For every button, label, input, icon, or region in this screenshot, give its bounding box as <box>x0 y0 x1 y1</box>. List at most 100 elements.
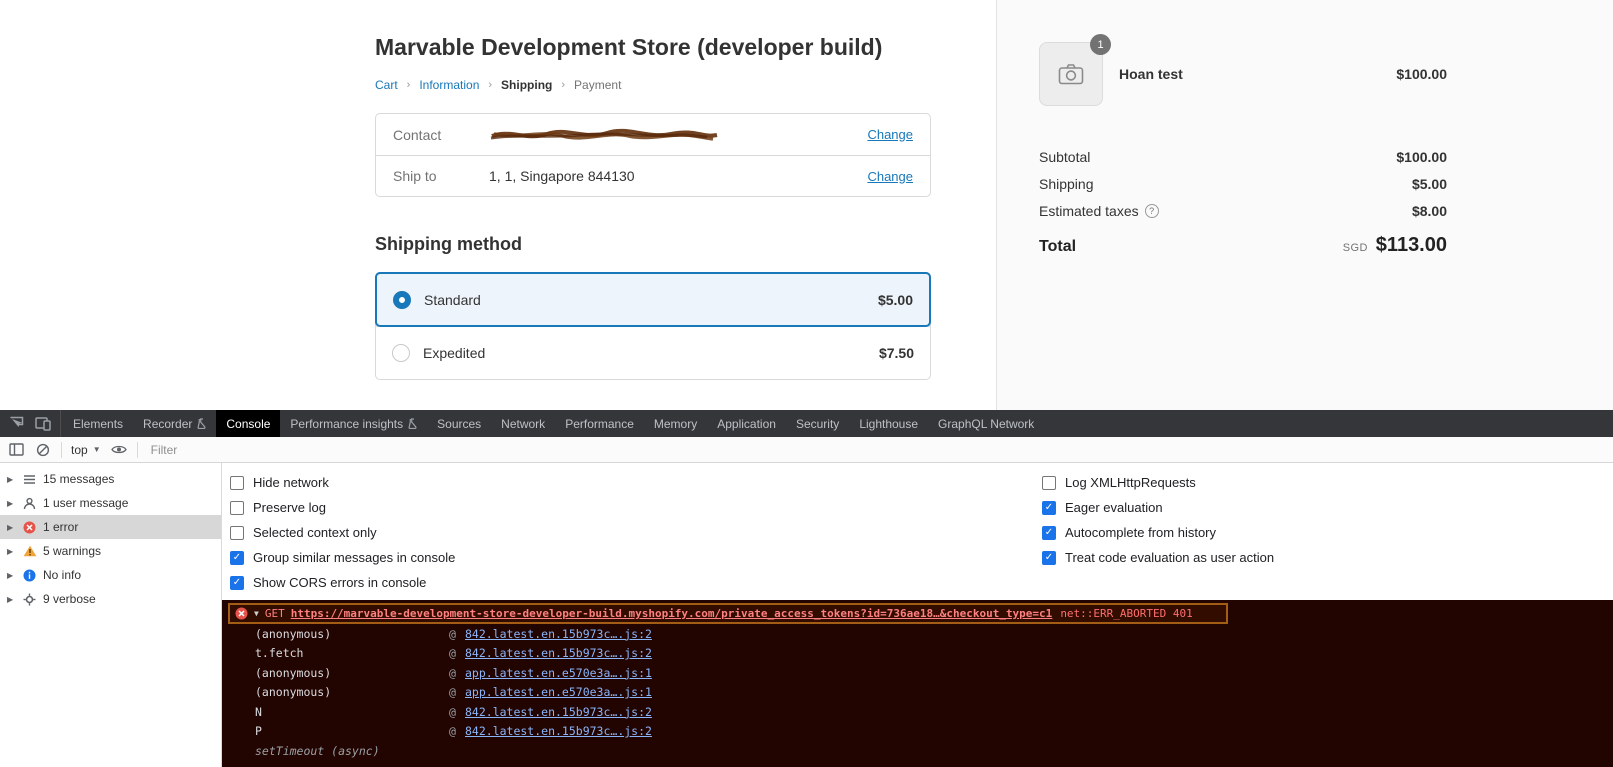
disclosure-triangle-icon[interactable]: ▶ <box>7 523 16 532</box>
stack-frame: (anonymous) @ app.latest.en.e570e3a….js:… <box>255 685 652 700</box>
checkbox-box[interactable] <box>1042 475 1056 490</box>
stack-source-link[interactable]: 842.latest.en.15b973c….js:2 <box>465 627 652 641</box>
devtools-tab-bar: Elements Recorder Console Performance in… <box>0 410 1613 437</box>
checkbox-box[interactable] <box>1042 550 1056 565</box>
tab-recorder[interactable]: Recorder <box>133 410 216 437</box>
quantity-badge: 1 <box>1090 34 1111 55</box>
tab-console[interactable]: Console <box>216 410 281 437</box>
tab-performance-insights[interactable]: Performance insights <box>280 410 427 437</box>
stack-source-link[interactable]: app.latest.en.e570e3a….js:1 <box>465 666 652 680</box>
tab-graphql-network[interactable]: GraphQL Network <box>928 410 1044 437</box>
checkbox-box[interactable] <box>230 525 244 540</box>
info-icon <box>22 568 37 583</box>
request-url-link[interactable]: https://marvable-development-store-devel… <box>291 607 1053 620</box>
console-toolbar: top ▼ <box>0 437 1613 463</box>
ship-to-row: Ship to 1, 1, Singapore 844130 Change <box>376 155 930 196</box>
sidebar-item-all-messages[interactable]: ▶ 15 messages <box>0 467 221 491</box>
error-icon <box>235 607 248 620</box>
tab-performance[interactable]: Performance <box>555 410 644 437</box>
disclosure-triangle-icon[interactable]: ▶ <box>7 571 16 580</box>
checkbox-eager-evaluation[interactable]: Eager evaluation <box>1042 495 1274 520</box>
sidebar-item-errors[interactable]: ▶ 1 error <box>0 515 221 539</box>
chevron-down-icon: ▼ <box>92 445 101 454</box>
checkbox-treat-eval-user-action[interactable]: Treat code evaluation as user action <box>1042 545 1274 570</box>
disclosure-triangle-icon[interactable]: ▶ <box>7 595 16 604</box>
stack-source-link[interactable]: 842.latest.en.15b973c….js:2 <box>465 646 652 660</box>
clear-console-icon[interactable] <box>34 441 52 459</box>
stack-frame: (anonymous) @ 842.latest.en.15b973c….js:… <box>255 626 652 641</box>
tab-security[interactable]: Security <box>786 410 849 437</box>
subtotal-label: Subtotal <box>1039 148 1091 165</box>
inspect-element-icon[interactable] <box>9 416 24 431</box>
console-error-message[interactable]: ▼ GET https://marvable-development-store-… <box>228 603 1228 624</box>
contact-row: Contact Change <box>376 114 930 155</box>
devtools-panel: Elements Recorder Console Performance in… <box>0 410 1613 767</box>
option-label: Expedited <box>423 345 486 361</box>
radio-expedited[interactable] <box>392 344 410 362</box>
console-sidebar-toggle-icon[interactable] <box>7 441 25 459</box>
tab-network[interactable]: Network <box>491 410 555 437</box>
disclosure-triangle-icon[interactable]: ▶ <box>7 499 16 508</box>
stack-source-link[interactable]: 842.latest.en.15b973c….js:2 <box>465 705 652 719</box>
stack-source-link[interactable]: app.latest.en.e570e3a….js:1 <box>465 685 652 699</box>
tab-lighthouse[interactable]: Lighthouse <box>849 410 928 437</box>
shipping-option-expedited[interactable]: Expedited $7.50 <box>376 326 930 379</box>
ship-to-address: 1, 1, Singapore 844130 <box>489 168 635 184</box>
breadcrumb-information[interactable]: Information <box>419 78 479 92</box>
tab-sources[interactable]: Sources <box>427 410 491 437</box>
collapse-triangle-icon[interactable]: ▼ <box>254 609 259 618</box>
breadcrumb-cart[interactable]: Cart <box>375 78 398 92</box>
sidebar-item-user-messages[interactable]: ▶ 1 user message <box>0 491 221 515</box>
toolbar-divider <box>61 441 62 458</box>
checkbox-box[interactable] <box>230 500 244 515</box>
disclosure-triangle-icon[interactable]: ▶ <box>7 475 16 484</box>
cart-line-item: 1 Hoan test $100.00 <box>1039 34 1447 106</box>
radio-standard[interactable] <box>393 290 411 309</box>
experiment-flask-icon <box>408 418 417 429</box>
console-settings: Hide network Preserve log Selected conte… <box>222 463 1613 600</box>
checkbox-box[interactable] <box>230 575 244 590</box>
sidebar-item-verbose[interactable]: ▶ 9 verbose <box>0 587 221 611</box>
checkbox-selected-context-only[interactable]: Selected context only <box>230 520 1042 545</box>
tab-memory[interactable]: Memory <box>644 410 707 437</box>
request-method: GET <box>264 607 285 620</box>
checkbox-log-xmlhttprequests[interactable]: Log XMLHttpRequests <box>1042 470 1274 495</box>
shipping-label: Shipping <box>1039 175 1094 192</box>
change-address-link[interactable]: Change <box>867 169 913 184</box>
sidebar-item-warnings[interactable]: ▶ 5 warnings <box>0 539 221 563</box>
checkbox-preserve-log[interactable]: Preserve log <box>230 495 1042 520</box>
total-value: $113.00 <box>1375 234 1447 256</box>
shipping-option-standard[interactable]: Standard $5.00 <box>375 272 931 327</box>
tab-elements[interactable]: Elements <box>63 410 133 437</box>
console-filter-input[interactable] <box>146 441 1606 458</box>
tab-application[interactable]: Application <box>707 410 786 437</box>
javascript-context-selector[interactable]: top ▼ <box>71 443 101 457</box>
currency-code: SGD <box>1342 242 1368 254</box>
sidebar-item-info[interactable]: ▶ No info <box>0 563 221 587</box>
stack-source-link[interactable]: 842.latest.en.15b973c….js:2 <box>465 724 652 738</box>
live-expression-eye-icon[interactable] <box>110 441 128 459</box>
checkbox-hide-network[interactable]: Hide network <box>230 470 1042 495</box>
checkbox-box[interactable] <box>230 550 244 565</box>
checkbox-box[interactable] <box>230 475 244 490</box>
checkbox-show-cors-errors[interactable]: Show CORS errors in console <box>230 570 1042 595</box>
checkbox-autocomplete-history[interactable]: Autocomplete from history <box>1042 520 1274 545</box>
checkbox-box[interactable] <box>1042 525 1056 540</box>
checkout-page: Marvable Development Store (developer bu… <box>0 0 996 410</box>
disclosure-triangle-icon[interactable]: ▶ <box>7 547 16 556</box>
checkbox-box[interactable] <box>1042 500 1056 515</box>
stack-frame-async: setTimeout (async) <box>255 743 380 758</box>
device-toolbar-icon[interactable] <box>35 416 51 431</box>
change-contact-link[interactable]: Change <box>867 127 913 142</box>
option-price: $5.00 <box>877 291 913 308</box>
error-status: net::ERR_ABORTED 401 <box>1060 607 1193 620</box>
stack-frame: N @ 842.latest.en.15b973c….js:2 <box>255 704 652 719</box>
taxes-value: $8.00 <box>1411 202 1447 219</box>
totals-block: Subtotal $100.00 Shipping $5.00 Estimate… <box>1039 143 1447 257</box>
console-log-area: ▼ GET https://marvable-development-store-… <box>222 600 1613 767</box>
subtotal-row: Subtotal $100.00 <box>1039 143 1447 170</box>
taxes-info-icon[interactable] <box>1144 203 1159 218</box>
order-summary: 1 Hoan test $100.00 Subtotal $100.00 Shi… <box>996 0 1613 410</box>
shipping-options: Standard $5.00 Expedited $7.50 <box>375 272 931 380</box>
checkbox-group-similar[interactable]: Group similar messages in console <box>230 545 1042 570</box>
